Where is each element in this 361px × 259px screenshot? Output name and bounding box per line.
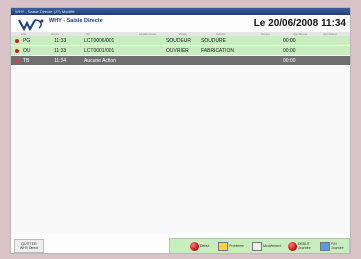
current-datetime: Le 20/06/2008 11:34	[253, 18, 346, 29]
debut-journee-label: DEBUT Journée	[298, 242, 311, 250]
warning-icon	[218, 241, 228, 251]
red-ball-icon	[288, 241, 297, 251]
row-of: LCT0006/001	[84, 38, 115, 44]
row-of: LCT0001/001	[84, 48, 115, 54]
row-temps: 00:00	[283, 38, 296, 44]
status-red-dot-icon	[15, 49, 19, 53]
probleme-label: Problème	[229, 244, 244, 248]
app-window: WHY - Saisie Directe (JT) Modifié WHY - …	[10, 7, 351, 254]
row-time: 11:33	[54, 38, 67, 44]
bottom-toolbar: QUITTER WHY Direct Début Problème Mouvem…	[11, 236, 350, 253]
table-row-selected[interactable]: TB 11:34 Aucune Action 00:00	[11, 56, 350, 66]
activity-table: PG 11:33 LCT0006/001 SOUDEUR SOUDURE 00:…	[11, 36, 350, 66]
row-time: 11:34	[54, 58, 67, 64]
red-ball-icon	[190, 241, 199, 251]
swap-icon	[252, 241, 262, 251]
row-poste: OUVRIER	[166, 48, 189, 54]
mouvement-label: Mouvement	[263, 244, 282, 248]
table-empty-area	[11, 66, 350, 234]
fin-journee-label: FIN Journée	[331, 242, 344, 250]
table-row[interactable]: PG 11:33 LCT0006/001 SOUDEUR SOUDURE 00:…	[11, 36, 350, 46]
row-activite: SOUDURE	[201, 38, 227, 44]
status-red-dot-icon	[15, 39, 19, 43]
title-bar: WHY - Saisie Directe (JT) Modifié	[11, 8, 350, 15]
probleme-button[interactable]: Problème	[218, 240, 244, 252]
row-status: OU	[23, 48, 31, 54]
fin-journee-button[interactable]: FIN Journée	[320, 240, 344, 252]
debut-button[interactable]: Début	[190, 240, 209, 252]
row-time: 11:33	[54, 48, 67, 54]
debut-journee-button[interactable]: DEBUT Journée	[288, 240, 311, 252]
row-temps: 00:00	[283, 58, 296, 64]
mouvement-button[interactable]: Mouvement	[252, 240, 281, 252]
app-name: WHY - Saisie Directe	[49, 18, 103, 24]
status-red-dot-icon	[15, 59, 19, 63]
why-logo-icon	[18, 19, 44, 31]
row-activite: FABRICATION	[201, 48, 234, 54]
row-status: PG	[23, 38, 31, 44]
debut-label: Début	[200, 244, 210, 248]
app-header: WHY - Saisie Directe Le 20/06/2008 11:34	[11, 15, 350, 32]
table-row[interactable]: OU 11:33 LCT0001/001 OUVRIER FABRICATION…	[11, 46, 350, 56]
calendar-icon	[320, 241, 330, 251]
row-of: Aucune Action	[84, 58, 116, 64]
row-poste: SOUDEUR	[166, 38, 192, 44]
quit-button[interactable]: QUITTER WHY Direct	[14, 239, 44, 253]
row-status: TB	[23, 58, 30, 64]
title-bar-text: WHY - Saisie Directe (JT) Modifié	[15, 9, 75, 14]
row-temps: 00:00	[283, 48, 296, 54]
action-button-panel: Début Problème Mouvement DEBUT Journée F…	[169, 238, 350, 253]
